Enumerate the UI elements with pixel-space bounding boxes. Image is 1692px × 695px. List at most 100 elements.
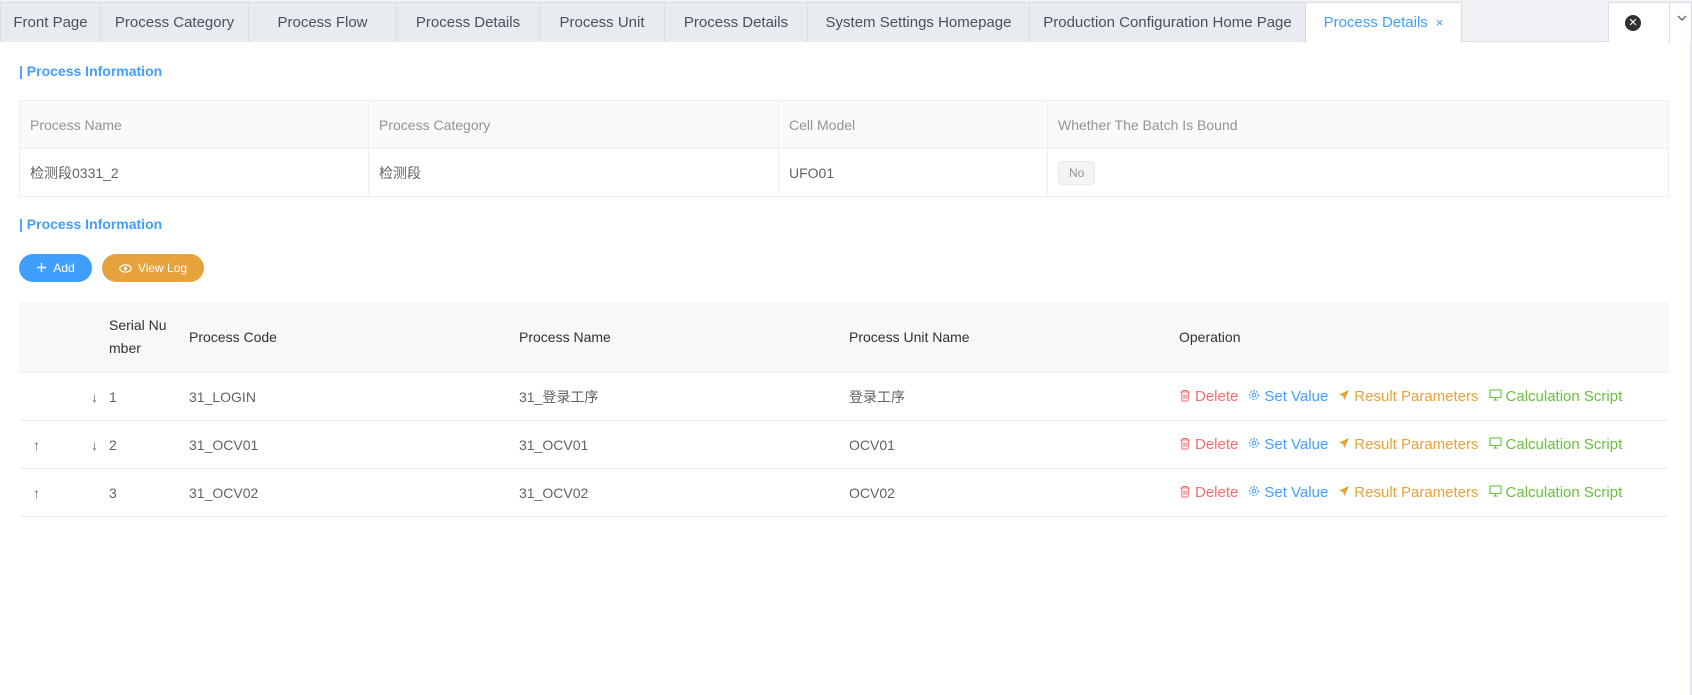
add-button[interactable]: Add: [19, 254, 92, 282]
move-up-cell: ↑: [19, 485, 59, 501]
divider: [1669, 3, 1670, 43]
set-value-label: Set Value: [1264, 484, 1329, 501]
value-process-category: 检测段: [369, 149, 779, 196]
set-value-label: Set Value: [1264, 436, 1329, 453]
gear-icon: [1248, 389, 1260, 404]
serial-number: 3: [109, 484, 117, 501]
result-parameters-button[interactable]: Result Parameters: [1338, 436, 1479, 453]
header-process-unit-name: Process Unit Name: [849, 329, 970, 345]
operation-cell: Delete Set Value Result Parameters Calcu…: [1179, 388, 1669, 405]
tab-process-flow[interactable]: Process Flow: [248, 2, 397, 42]
move-down-cell: ↓: [59, 437, 109, 453]
trash-icon: [1179, 485, 1191, 501]
tab-label: Process Unit: [559, 14, 645, 31]
delete-button[interactable]: Delete: [1179, 484, 1238, 501]
value-cell-model: UFO01: [779, 149, 1048, 196]
operation-cell: Delete Set Value Result Parameters Calcu…: [1179, 484, 1669, 501]
process-step-table: Serial Number Process Code Process Name …: [19, 302, 1669, 517]
calculation-script-label: Calculation Script: [1505, 436, 1623, 453]
process-code: 31_OCV02: [189, 484, 259, 501]
result-parameters-label: Result Parameters: [1354, 484, 1479, 501]
send-icon: [1338, 389, 1350, 404]
delete-button[interactable]: Delete: [1179, 436, 1238, 453]
result-parameters-label: Result Parameters: [1354, 388, 1479, 405]
process-code: 31_OCV01: [189, 436, 259, 453]
tab-tools: ✕: [1608, 2, 1692, 43]
view-log-button-label: View Log: [137, 261, 188, 275]
value-process-name: 检测段0331_2: [20, 149, 369, 196]
tab-label: Process Details: [683, 14, 789, 31]
delete-label: Delete: [1195, 388, 1239, 405]
move-down-icon[interactable]: ↓: [91, 437, 98, 453]
calculation-script-button[interactable]: Calculation Script: [1488, 388, 1623, 405]
view-log-button[interactable]: View Log: [102, 254, 204, 282]
header-serial-number-label: Serial Number: [109, 317, 167, 356]
close-icon[interactable]: ×: [1436, 15, 1444, 30]
set-value-button[interactable]: Set Value: [1248, 436, 1328, 453]
move-up-icon[interactable]: ↑: [33, 437, 40, 453]
gear-icon: [1248, 485, 1260, 500]
header-cell-model: Cell Model: [779, 101, 1048, 148]
tab-label: System Settings Homepage: [825, 14, 1012, 31]
table-row: ↑ 3 31_OCV02 31_OCV02 OCV02 Delete Set V…: [19, 469, 1669, 517]
tab-label: Front Page: [13, 14, 88, 31]
add-button-label: Add: [53, 261, 75, 275]
tab-process-details-1[interactable]: Process Details: [396, 2, 540, 42]
section-title: | Process Information: [19, 63, 163, 79]
tab-process-category[interactable]: Process Category: [100, 2, 249, 42]
calculation-script-button[interactable]: Calculation Script: [1488, 436, 1623, 453]
result-parameters-label: Result Parameters: [1354, 436, 1479, 453]
tab-front-page[interactable]: Front Page: [0, 2, 101, 42]
set-value-button[interactable]: Set Value: [1248, 484, 1328, 501]
tab-process-details-2[interactable]: Process Details: [664, 2, 808, 42]
tab-bar: Front Page Process Category Process Flow…: [0, 0, 1692, 43]
result-parameters-button[interactable]: Result Parameters: [1338, 388, 1479, 405]
tab-label: Process Flow: [277, 14, 368, 31]
operation-cell: Delete Set Value Result Parameters Calcu…: [1179, 436, 1669, 453]
process-info-table: Process Name Process Category Cell Model…: [19, 100, 1669, 197]
tab-system-settings-homepage[interactable]: System Settings Homepage: [807, 2, 1030, 42]
result-parameters-button[interactable]: Result Parameters: [1338, 484, 1479, 501]
tab-process-unit[interactable]: Process Unit: [539, 2, 665, 42]
header-process-name: Process Name: [20, 101, 369, 148]
monitor-icon: [1488, 485, 1502, 500]
delete-button[interactable]: Delete: [1179, 388, 1238, 405]
trash-icon: [1179, 437, 1191, 453]
process-unit-name: OCV02: [849, 484, 895, 501]
gear-icon: [1248, 437, 1260, 452]
tab-label: Production Configuration Home Page: [1043, 14, 1292, 31]
move-up-icon[interactable]: ↑: [33, 485, 40, 501]
calculation-script-label: Calculation Script: [1505, 388, 1623, 405]
close-all-icon[interactable]: ✕: [1625, 15, 1641, 31]
header-move-down: [59, 302, 109, 372]
tab-label: Process Details: [1323, 14, 1428, 31]
monitor-icon: [1488, 437, 1502, 452]
send-icon: [1338, 437, 1350, 452]
serial-number: 1: [109, 388, 117, 405]
move-down-cell: ↓: [59, 389, 109, 405]
tab-process-details-active[interactable]: Process Details ×: [1305, 2, 1462, 43]
table-row: 检测段0331_2 检测段 UFO01 No: [20, 148, 1668, 196]
process-code: 31_LOGIN: [189, 388, 256, 405]
tab-production-configuration-home-page[interactable]: Production Configuration Home Page: [1029, 2, 1306, 42]
chevron-down-icon[interactable]: [1675, 11, 1689, 28]
value-batch-bound: No: [1048, 149, 1668, 196]
eye-icon: [119, 261, 132, 276]
process-name: 31_OCV02: [519, 484, 589, 501]
header-process-name: Process Name: [519, 329, 611, 345]
calculation-script-label: Calculation Script: [1505, 484, 1623, 501]
table-header-row: Serial Number Process Code Process Name …: [19, 302, 1669, 373]
tab-label: Process Details: [415, 14, 521, 31]
table-row: ↑ ↓ 2 31_OCV01 31_OCV01 OCV01 Delete Set…: [19, 421, 1669, 469]
send-icon: [1338, 485, 1350, 500]
section-title: | Process Information: [19, 216, 163, 232]
header-move-up: [19, 302, 59, 372]
move-down-icon[interactable]: ↓: [91, 389, 98, 405]
monitor-icon: [1488, 389, 1502, 404]
header-process-category: Process Category: [369, 101, 779, 148]
calculation-script-button[interactable]: Calculation Script: [1488, 484, 1623, 501]
header-operation: Operation: [1179, 329, 1241, 345]
set-value-button[interactable]: Set Value: [1248, 388, 1328, 405]
process-unit-name: OCV01: [849, 436, 895, 453]
process-unit-name: 登录工序: [849, 388, 905, 405]
